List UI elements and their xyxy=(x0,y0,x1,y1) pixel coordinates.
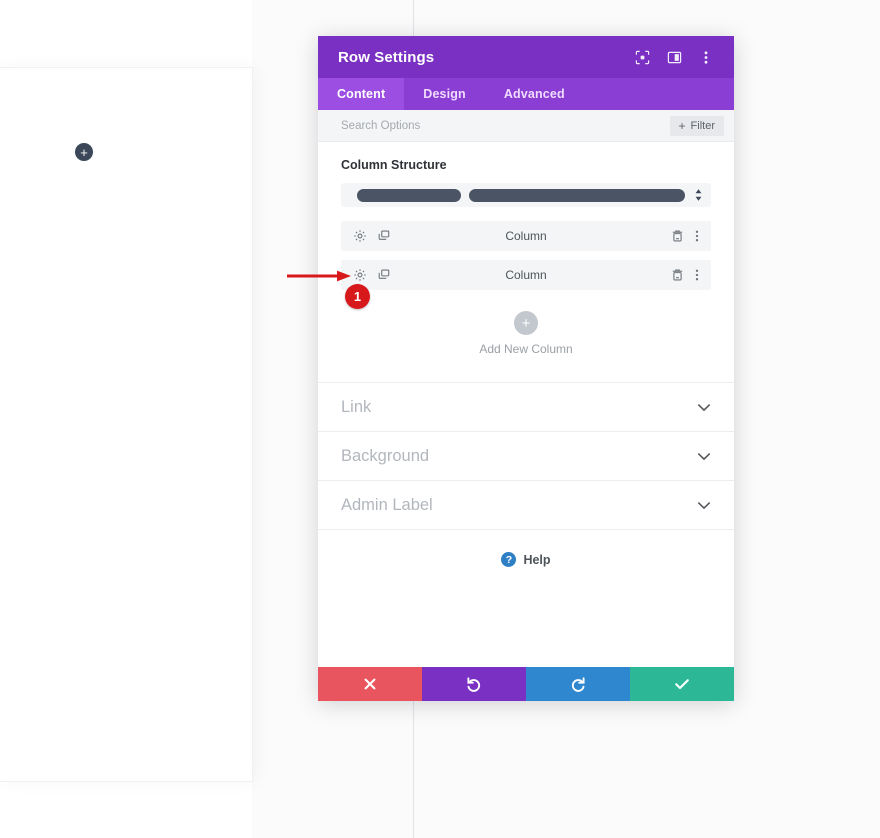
chevron-down-icon[interactable] xyxy=(697,501,711,510)
filter-plus-icon: + xyxy=(678,118,686,133)
table-row[interactable]: Column xyxy=(341,260,711,290)
layout-panel-icon[interactable] xyxy=(666,49,682,65)
accordion-link: Link xyxy=(318,382,734,431)
accordion-link-header[interactable]: Link xyxy=(318,383,734,431)
column-row-right-actions xyxy=(671,268,699,282)
tab-design[interactable]: Design xyxy=(404,78,485,110)
gear-icon[interactable] xyxy=(353,229,367,243)
page-title: Row Settings xyxy=(338,48,435,66)
save-button[interactable] xyxy=(630,667,734,701)
structure-bar-2 xyxy=(468,188,686,202)
chevron-down-icon[interactable] xyxy=(697,452,711,461)
column-row-label: Column xyxy=(505,229,547,243)
search-input[interactable] xyxy=(341,119,670,132)
help-link[interactable]: ? Help xyxy=(318,529,734,667)
column-row-label: Column xyxy=(505,268,547,282)
filter-button-label: Filter xyxy=(690,119,715,132)
more-vertical-icon[interactable] xyxy=(698,49,714,65)
column-structure-select[interactable] xyxy=(341,183,711,207)
structure-stepper-icon[interactable] xyxy=(693,188,703,202)
plus-icon[interactable]: + xyxy=(514,311,538,335)
add-new-column-label[interactable]: Add New Column xyxy=(479,342,572,356)
canvas-add-module-button[interactable]: + xyxy=(75,143,93,161)
more-vertical-icon[interactable] xyxy=(695,268,699,282)
help-label: Help xyxy=(523,552,551,567)
structure-bar-1 xyxy=(357,188,461,202)
accordion-background: Background xyxy=(318,431,734,480)
filter-button[interactable]: + Filter xyxy=(669,115,724,136)
column-list: Column Column xyxy=(341,221,711,290)
accordion-background-title: Background xyxy=(341,446,430,465)
focus-icon[interactable] xyxy=(634,49,650,65)
row-settings-modal: Row Settings Content Design Advanced Sea… xyxy=(318,36,734,701)
annotation-arrow-icon xyxy=(287,270,351,282)
help-icon: ? xyxy=(501,552,517,567)
tab-content[interactable]: Content xyxy=(318,78,405,110)
modal-body: Column Structure Column Column + Add New… xyxy=(318,142,734,667)
tab-advanced[interactable]: Advanced xyxy=(485,78,584,110)
chevron-down-icon[interactable] xyxy=(697,403,711,412)
trash-icon[interactable] xyxy=(671,229,684,243)
add-new-column-control[interactable]: + Add New Column xyxy=(341,299,711,378)
duplicate-icon[interactable] xyxy=(377,229,391,243)
modal-header: Row Settings xyxy=(318,36,734,78)
table-row[interactable]: Column xyxy=(341,221,711,251)
gear-icon[interactable] xyxy=(353,268,367,282)
annotation-badge-1: 1 xyxy=(345,284,370,309)
accordion-admin-label-title: Admin Label xyxy=(341,495,433,514)
cancel-button[interactable] xyxy=(318,667,422,701)
column-row-left-actions xyxy=(353,268,391,282)
builder-canvas: + xyxy=(0,68,252,781)
column-structure-section: Column Structure Column Column + Add New… xyxy=(318,142,734,382)
undo-button[interactable] xyxy=(422,667,526,701)
column-structure-label: Column Structure xyxy=(341,158,447,172)
accordion-admin-label-header[interactable]: Admin Label xyxy=(318,481,734,529)
search-bar: + Filter xyxy=(318,110,734,142)
modal-header-actions xyxy=(634,49,714,65)
screen: + Row Settings Content Design Advanced S… xyxy=(0,0,880,838)
trash-icon[interactable] xyxy=(671,268,684,282)
column-row-left-actions xyxy=(353,229,391,243)
duplicate-icon[interactable] xyxy=(377,268,391,282)
modal-tabbar: Content Design Advanced xyxy=(318,78,734,110)
accordion-link-title: Link xyxy=(341,397,372,416)
modal-footer xyxy=(318,667,734,701)
accordion-background-header[interactable]: Background xyxy=(318,432,734,480)
more-vertical-icon[interactable] xyxy=(695,229,699,243)
column-row-right-actions xyxy=(671,229,699,243)
redo-button[interactable] xyxy=(526,667,630,701)
accordion-admin-label: Admin Label xyxy=(318,480,734,529)
